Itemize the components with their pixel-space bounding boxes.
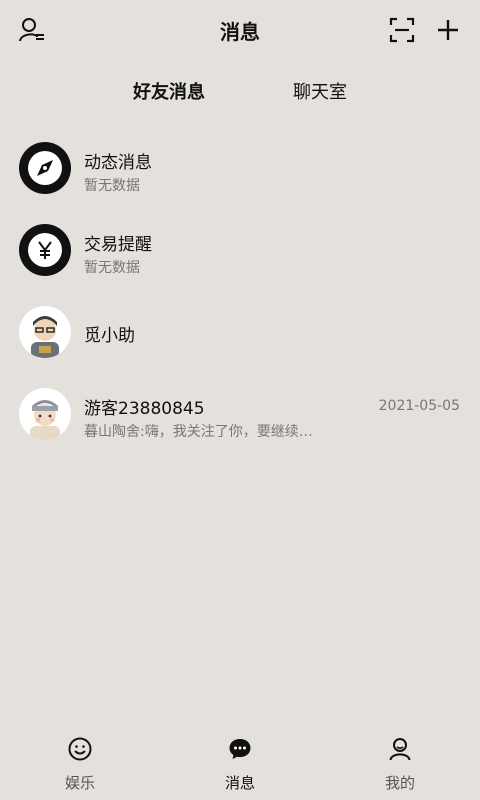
nav-me[interactable]: 我的: [320, 730, 480, 800]
nav-label: 我的: [384, 774, 415, 792]
message-name: 交易提醒: [84, 235, 152, 255]
chat-bubble-icon: [160, 736, 320, 762]
list-item-trade-reminder[interactable]: 交易提醒 暂无数据: [0, 210, 480, 292]
message-preview: 暂无数据: [84, 260, 140, 276]
yen-icon: [19, 224, 71, 276]
message-date: 2021-05-05: [378, 398, 460, 414]
nav-messages[interactable]: 消息: [160, 730, 320, 800]
tab-chat-room[interactable]: 聊天室: [293, 78, 347, 104]
bottom-nav: 娱乐 消息 我的: [0, 730, 480, 800]
top-bar: 消息: [0, 0, 480, 60]
scan-icon[interactable]: [386, 14, 418, 46]
nav-label: 消息: [224, 774, 255, 792]
message-preview: 暂无数据: [84, 178, 140, 194]
smile-icon: [0, 736, 160, 762]
message-name: 游客23880845: [84, 399, 205, 419]
message-name: 觅小助: [84, 326, 135, 346]
message-tabs: 好友消息 聊天室: [0, 78, 480, 108]
guest-avatar: [19, 388, 71, 440]
list-item-guest[interactable]: 游客23880845 暮山陶舍:嗨，我关注了你，要继续… 2021-05-05: [0, 374, 480, 456]
tab-friend-messages[interactable]: 好友消息: [133, 78, 205, 104]
compass-icon: [19, 142, 71, 194]
assistant-avatar: [19, 306, 71, 358]
add-icon[interactable]: [432, 14, 464, 46]
nav-label: 娱乐: [64, 774, 95, 792]
message-preview: 暮山陶舍:嗨，我关注了你，要继续…: [84, 424, 313, 440]
nav-entertainment[interactable]: 娱乐: [0, 730, 160, 800]
list-item-dynamic-messages[interactable]: 动态消息 暂无数据: [0, 128, 480, 210]
list-item-assistant[interactable]: 觅小助: [0, 292, 480, 374]
person-icon: [320, 736, 480, 762]
message-name: 动态消息: [84, 153, 152, 173]
message-list: 动态消息 暂无数据 交易提醒 暂无数据 觅小助 游客23880845 暮山陶舍:…: [0, 128, 480, 456]
